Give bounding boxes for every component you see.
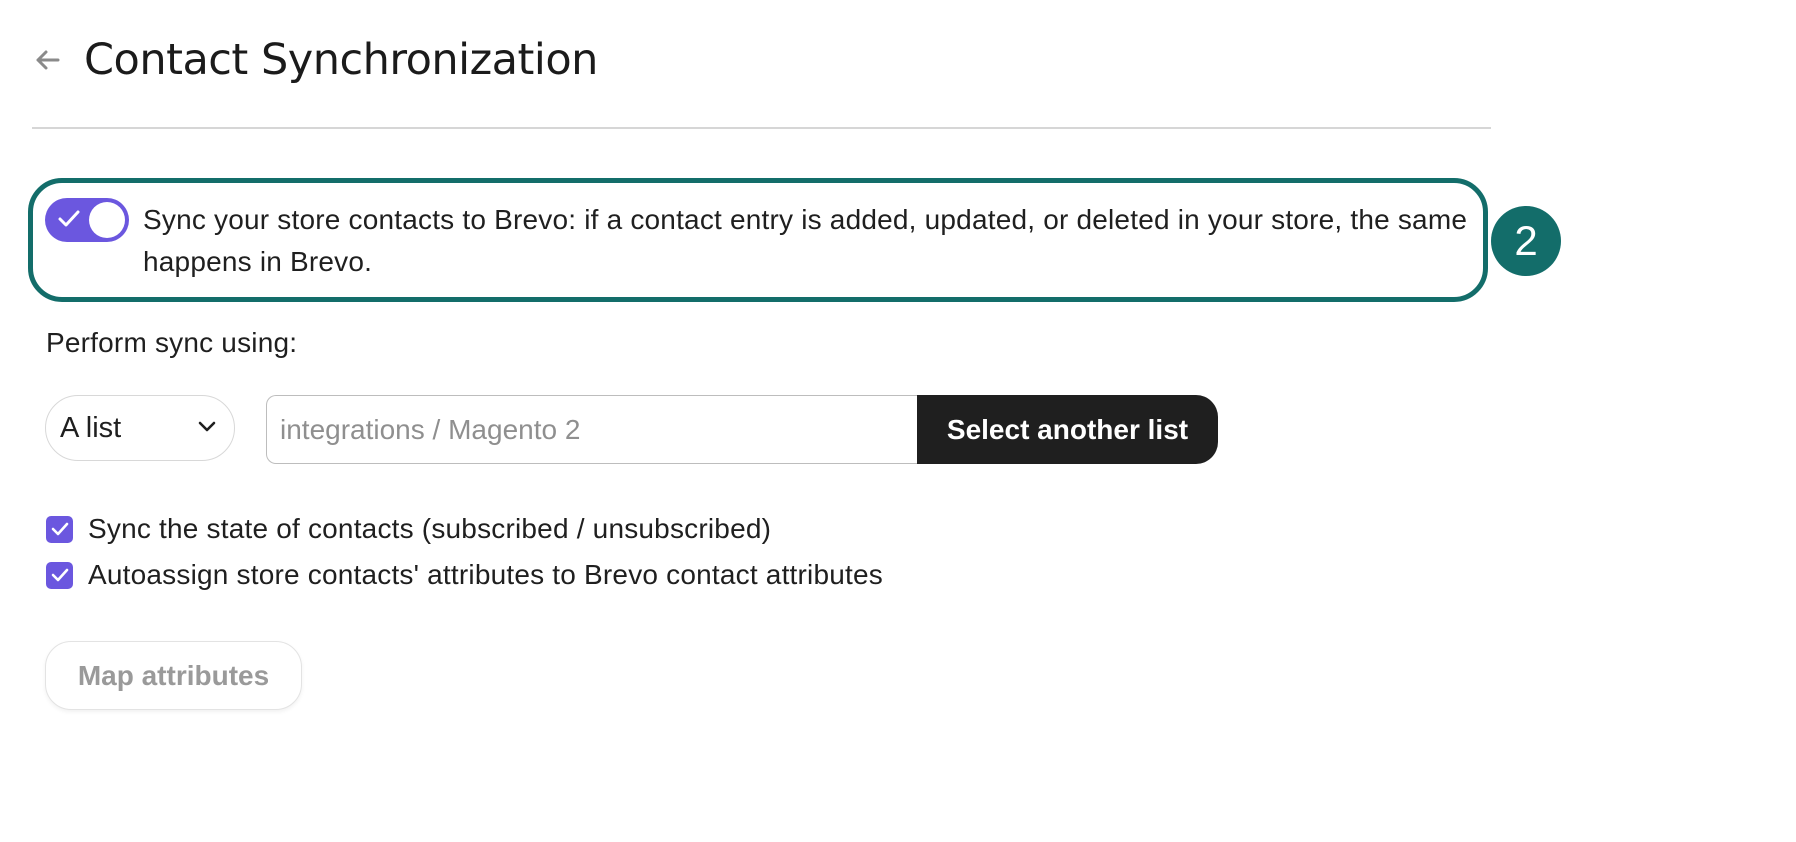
sync-type-value: A list bbox=[60, 411, 122, 444]
check-icon bbox=[51, 568, 68, 582]
sync-state-checkbox[interactable] bbox=[46, 515, 73, 543]
sync-description: Sync your store contacts to Brevo: if a … bbox=[143, 204, 1468, 277]
sync-toggle[interactable] bbox=[45, 198, 129, 242]
page-title: Contact Synchronization bbox=[84, 35, 598, 85]
autoassign-label: Autoassign store contacts' attributes to… bbox=[88, 559, 883, 590]
chevron-down-icon bbox=[198, 420, 216, 438]
arrow-left-icon[interactable] bbox=[32, 45, 62, 75]
toggle-knob bbox=[89, 202, 125, 238]
header-divider bbox=[32, 127, 1491, 129]
list-input[interactable] bbox=[266, 395, 926, 464]
check-icon bbox=[57, 208, 81, 235]
check-icon bbox=[51, 522, 68, 536]
sync-state-checkbox-row[interactable]: Sync the state of contacts (subscribed /… bbox=[46, 513, 771, 545]
map-attributes-button[interactable]: Map attributes bbox=[45, 641, 302, 710]
sync-type-select[interactable]: A list bbox=[45, 395, 235, 461]
perform-sync-label: Perform sync using: bbox=[46, 327, 298, 358]
autoassign-checkbox[interactable] bbox=[46, 561, 73, 589]
sync-state-label: Sync the state of contacts (subscribed /… bbox=[88, 513, 772, 544]
select-another-list-button[interactable]: Select another list bbox=[917, 395, 1218, 464]
page-header: Contact Synchronization bbox=[32, 30, 598, 90]
contact-sync-page: Contact Synchronization Sync your store … bbox=[0, 0, 1796, 842]
step-badge: 2 bbox=[1491, 206, 1561, 276]
autoassign-checkbox-row[interactable]: Autoassign store contacts' attributes to… bbox=[46, 559, 883, 591]
